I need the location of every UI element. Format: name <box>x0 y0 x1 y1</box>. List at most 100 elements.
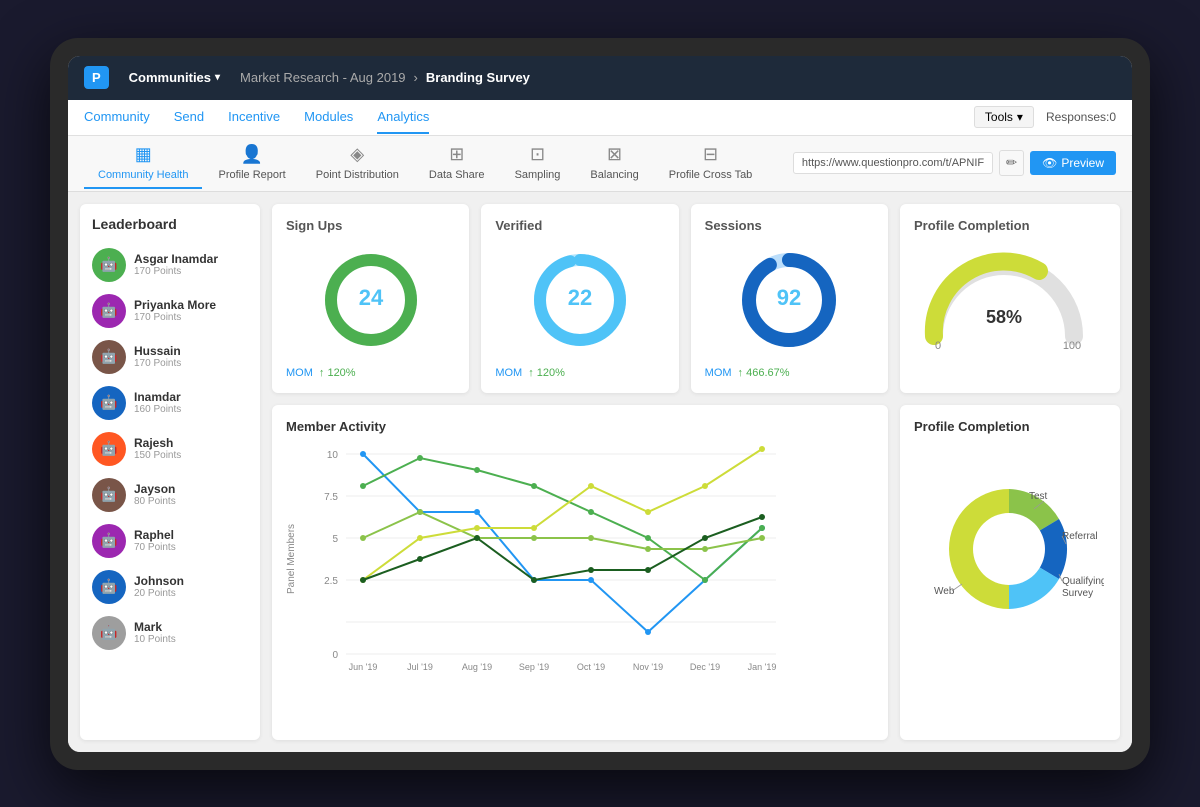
signups-donut-svg: 24 <box>316 245 426 355</box>
svg-text:Nov '19: Nov '19 <box>633 662 663 672</box>
brand-letter: P <box>92 70 101 85</box>
lb-info: Hussain 170 Points <box>134 344 248 369</box>
responses-label: Responses:0 <box>1046 110 1116 124</box>
svg-text:7.5: 7.5 <box>324 492 338 503</box>
lb-points: 160 Points <box>134 404 248 415</box>
top-stats-row: Sign Ups 24 MOM ↑ 120% <box>272 204 1120 393</box>
tools-chevron-icon: ▾ <box>1017 110 1023 124</box>
profile-report-icon: 👤 <box>241 144 263 165</box>
member-activity-card: Member Activity Panel Members <box>272 405 888 740</box>
tools-area: Tools ▾ Responses:0 <box>974 106 1116 128</box>
verified-donut-svg: 22 <box>525 245 635 355</box>
svg-text:22: 22 <box>568 285 592 310</box>
lb-points: 170 Points <box>134 312 248 323</box>
lb-info: Inamdar 160 Points <box>134 390 248 415</box>
bottom-row: Member Activity Panel Members <box>272 405 1120 740</box>
svg-text:Sep '19: Sep '19 <box>519 662 549 672</box>
data-share-icon: ⊞ <box>449 144 464 165</box>
tab-sampling[interactable]: ⊡ Sampling <box>501 138 575 189</box>
svg-text:Jul '19: Jul '19 <box>407 662 433 672</box>
toolbar: ▦ Community Health 👤 Profile Report ◈ Po… <box>68 136 1132 192</box>
lb-points: 20 Points <box>134 588 248 599</box>
gauge-svg: 58% 0 100 <box>914 241 1094 351</box>
line-chart-svg: 10 7.5 5 2.5 0 Jun '19 Jul '19 Aug '19 S… <box>306 444 786 674</box>
lb-points: 10 Points <box>134 634 248 645</box>
lb-info: Raphel 70 Points <box>134 528 248 553</box>
svg-text:92: 92 <box>777 285 801 310</box>
avatar: 🤖 <box>92 570 126 604</box>
leaderboard-item: 🤖 Priyanka More 170 Points <box>88 288 252 334</box>
svg-text:100: 100 <box>1063 340 1081 351</box>
lb-name: Raphel <box>134 528 248 542</box>
breadcrumb-current: Branding Survey <box>426 70 530 85</box>
lb-points: 80 Points <box>134 496 248 507</box>
svg-text:0: 0 <box>935 340 941 351</box>
preview-eye-icon: 👁 <box>1042 156 1057 170</box>
lb-info: Johnson 20 Points <box>134 574 248 599</box>
tab-profile-report[interactable]: 👤 Profile Report <box>204 138 299 189</box>
leaderboard-item: 🤖 Rajesh 150 Points <box>88 426 252 472</box>
leaderboard-list: 🤖 Asgar Inamdar 170 Points 🤖 Priyanka Mo… <box>88 242 252 656</box>
leaderboard-item: 🤖 Hussain 170 Points <box>88 334 252 380</box>
avatar: 🤖 <box>92 294 126 328</box>
sessions-mom: MOM ↑ 466.67% <box>705 367 790 379</box>
edit-url-button[interactable]: ✏ <box>999 150 1024 176</box>
lb-points: 170 Points <box>134 358 248 369</box>
second-nav: Community Send Incentive Modules Analyti… <box>68 100 1132 136</box>
leaderboard-item: 🤖 Asgar Inamdar 170 Points <box>88 242 252 288</box>
sessions-donut: 92 <box>705 241 874 359</box>
sessions-donut-svg: 92 <box>734 245 844 355</box>
lb-info: Priyanka More 170 Points <box>134 298 248 323</box>
nav-modules[interactable]: Modules <box>304 101 353 134</box>
tab-profile-cross-tab[interactable]: ⊟ Profile Cross Tab <box>655 138 767 189</box>
lb-name: Priyanka More <box>134 298 248 312</box>
svg-text:10: 10 <box>327 450 339 461</box>
preview-button[interactable]: 👁 Preview <box>1030 151 1116 175</box>
breadcrumb-sep: › <box>414 70 418 85</box>
balancing-icon: ⊠ <box>607 144 622 165</box>
tab-community-health[interactable]: ▦ Community Health <box>84 138 202 189</box>
avatar: 🤖 <box>92 386 126 420</box>
nav-send[interactable]: Send <box>174 101 204 134</box>
signups-mom: MOM ↑ 120% <box>286 367 356 379</box>
top-bar: P Communities ▾ Market Research - Aug 20… <box>68 56 1132 100</box>
cross-tab-icon: ⊟ <box>703 144 718 165</box>
lb-points: 70 Points <box>134 542 248 553</box>
lb-name: Johnson <box>134 574 248 588</box>
signups-donut: 24 <box>286 241 455 359</box>
tab-data-share[interactable]: ⊞ Data Share <box>415 138 499 189</box>
signups-trend: ↑ 120% <box>319 367 356 379</box>
url-bar: ✏ 👁 Preview <box>793 150 1116 176</box>
avatar: 🤖 <box>92 432 126 466</box>
tools-button[interactable]: Tools ▾ <box>974 106 1034 128</box>
communities-chevron-icon: ▾ <box>215 72 220 83</box>
communities-button[interactable]: Communities ▾ <box>129 70 220 85</box>
tab-point-distribution[interactable]: ◈ Point Distribution <box>302 138 413 189</box>
leaderboard-item: 🤖 Raphel 70 Points <box>88 518 252 564</box>
svg-text:Jan '19: Jan '19 <box>748 662 777 672</box>
svg-text:2.5: 2.5 <box>324 576 338 587</box>
lb-info: Mark 10 Points <box>134 620 248 645</box>
avatar: 🤖 <box>92 340 126 374</box>
avatar: 🤖 <box>92 248 126 282</box>
lb-points: 170 Points <box>134 266 248 277</box>
nav-incentive[interactable]: Incentive <box>228 101 280 134</box>
nav-analytics[interactable]: Analytics <box>377 101 429 134</box>
lb-name: Asgar Inamdar <box>134 252 248 266</box>
profile-completion-bottom-card: Profile Completion <box>900 405 1120 740</box>
leaderboard-item: 🤖 Johnson 20 Points <box>88 564 252 610</box>
sampling-icon: ⊡ <box>530 144 545 165</box>
point-dist-icon: ◈ <box>350 144 364 165</box>
lb-points: 150 Points <box>134 450 248 461</box>
breadcrumb-parent[interactable]: Market Research - Aug 2019 <box>240 70 405 85</box>
main-content: Leaderboard 🤖 Asgar Inamdar 170 Points 🤖… <box>68 192 1132 752</box>
profile-completion-title: Profile Completion <box>914 218 1106 233</box>
svg-text:Qualifying: Qualifying <box>1062 576 1104 587</box>
nav-community[interactable]: Community <box>84 101 150 134</box>
lb-name: Mark <box>134 620 248 634</box>
leaderboard-title: Leaderboard <box>88 216 252 232</box>
leaderboard-item: 🤖 Mark 10 Points <box>88 610 252 656</box>
tab-balancing[interactable]: ⊠ Balancing <box>576 138 652 189</box>
url-input[interactable] <box>793 152 993 174</box>
avatar: 🤖 <box>92 524 126 558</box>
